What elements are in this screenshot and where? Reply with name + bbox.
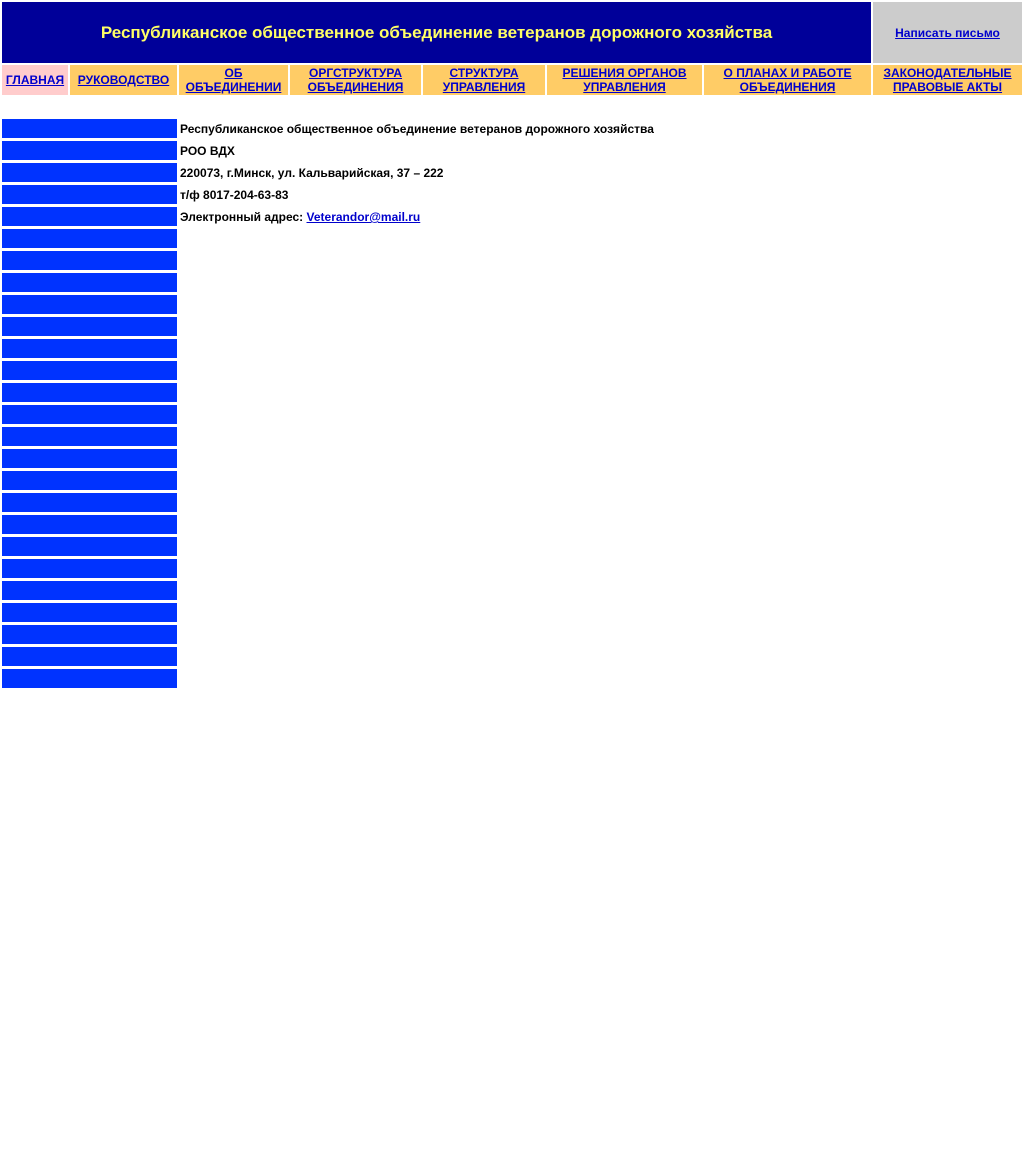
- org-abbreviation: РОО ВДХ: [180, 144, 235, 158]
- email-link[interactable]: Veterandor@mail.ru: [307, 210, 421, 224]
- sidebar-block: [2, 581, 177, 600]
- sidebar-block: [2, 361, 177, 380]
- sidebar-block: [2, 603, 177, 622]
- sidebar-block: [2, 471, 177, 490]
- sidebar-block: [2, 383, 177, 402]
- site-title: Республиканское общественное объединение…: [100, 22, 773, 42]
- sidebar-block: [2, 625, 177, 644]
- sidebar-block: [2, 427, 177, 446]
- sidebar-block: [2, 449, 177, 468]
- nav-item-home[interactable]: ГЛАВНАЯ: [2, 65, 68, 95]
- nav-link-org-structure[interactable]: ОРГСТРУКТУРА ОБЪЕДИНЕНИЯ: [306, 66, 406, 94]
- write-letter-link[interactable]: Написать письмо: [895, 26, 1000, 40]
- sidebar-block: [2, 185, 177, 204]
- sidebar-block: [2, 163, 177, 182]
- sidebar-block: [2, 647, 177, 666]
- title-banner: Республиканское общественное объединение…: [2, 2, 871, 63]
- sidebar-block: [2, 493, 177, 512]
- sidebar-block: [2, 515, 177, 534]
- sidebar-block: [2, 669, 177, 688]
- nav-item-legal-acts[interactable]: ЗАКОНОДАТЕЛЬНЫЕ ПРАВОВЫЕ АКТЫ: [873, 65, 1022, 95]
- sidebar-block: [2, 119, 177, 138]
- nav-link-management-structure[interactable]: СТРУКТУРА УПРАВЛЕНИЯ: [434, 66, 534, 94]
- sidebar-block: [2, 405, 177, 424]
- sidebar-block: [2, 207, 177, 226]
- nav-link-about[interactable]: ОБ ОБЪЕДИНЕНИИ: [184, 66, 284, 94]
- org-email-row: Электронный адрес: Veterandor@mail.ru: [180, 207, 654, 229]
- nav-link-legal-acts[interactable]: ЗАКОНОДАТЕЛЬНЫЕ ПРАВОВЫЕ АКТЫ: [880, 66, 1015, 94]
- sidebar-block: [2, 295, 177, 314]
- sidebar-block: [2, 339, 177, 358]
- mail-cell: Написать письмо: [873, 2, 1022, 63]
- sidebar: [2, 119, 177, 691]
- nav-item-decisions[interactable]: РЕШЕНИЯ ОРГАНОВ УПРАВЛЕНИЯ: [547, 65, 702, 95]
- nav-item-leadership[interactable]: РУКОВОДСТВО: [70, 65, 177, 95]
- contact-info: Республиканское общественное объединение…: [180, 119, 654, 229]
- sidebar-block: [2, 317, 177, 336]
- nav-link-plans[interactable]: О ПЛАНАХ И РАБОТЕ ОБЪЕДИНЕНИЯ: [718, 66, 858, 94]
- sidebar-block: [2, 559, 177, 578]
- sidebar-block: [2, 251, 177, 270]
- sidebar-block: [2, 141, 177, 160]
- nav-link-home[interactable]: ГЛАВНАЯ: [6, 73, 64, 87]
- sidebar-block: [2, 229, 177, 248]
- site-header: Республиканское общественное объединение…: [2, 2, 1022, 63]
- nav-item-management-structure[interactable]: СТРУКТУРА УПРАВЛЕНИЯ: [423, 65, 545, 95]
- sidebar-block: [2, 273, 177, 292]
- email-label: Электронный адрес:: [180, 210, 307, 224]
- nav-link-decisions[interactable]: РЕШЕНИЯ ОРГАНОВ УПРАВЛЕНИЯ: [560, 66, 690, 94]
- org-phone: т/ф 8017-204-63-83: [180, 188, 289, 202]
- org-address: 220073, г.Минск, ул. Кальварийская, 37 –…: [180, 166, 444, 180]
- nav-link-leadership[interactable]: РУКОВОДСТВО: [78, 73, 169, 87]
- nav-item-about[interactable]: ОБ ОБЪЕДИНЕНИИ: [179, 65, 288, 95]
- nav-item-org-structure[interactable]: ОРГСТРУКТУРА ОБЪЕДИНЕНИЯ: [290, 65, 421, 95]
- sidebar-block: [2, 537, 177, 556]
- nav-item-plans[interactable]: О ПЛАНАХ И РАБОТЕ ОБЪЕДИНЕНИЯ: [704, 65, 871, 95]
- org-name: Республиканское общественное объединение…: [180, 122, 654, 136]
